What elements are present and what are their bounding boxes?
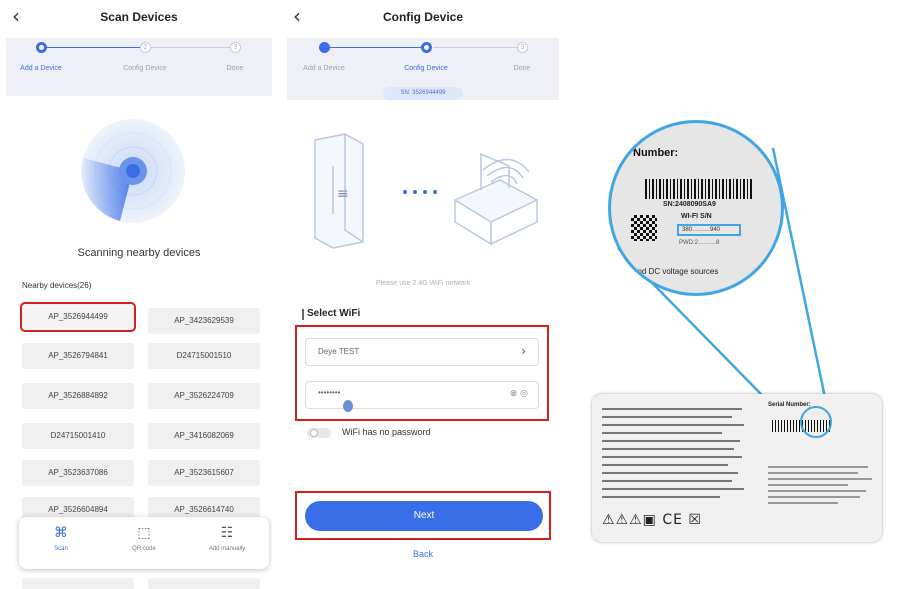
zoom-heading: Number: (633, 147, 679, 159)
wifi-name-value: Deye TEST (318, 347, 360, 356)
no-password-toggle[interactable] (307, 428, 331, 438)
wifi-name-field[interactable]: Deye TEST › (305, 338, 539, 366)
device-button[interactable]: AP_3523637086 (22, 460, 134, 486)
bottom-action-bar: ⌘ Scan ⬚ QR code ☷ Add manually (19, 517, 269, 569)
device-nameplate: Serial Number: ⚠⚠⚠▣ CE ☒ (592, 394, 882, 542)
step-3-dot: 3 (517, 42, 528, 53)
step-1-label: Add a Device (20, 65, 62, 72)
step-3-label: Done (513, 65, 531, 72)
wifi-password-field[interactable]: •••••••• ⊗ ◎ (305, 381, 539, 409)
scan-icon: ⌘ (54, 525, 68, 541)
device-button-partial[interactable] (22, 578, 134, 589)
step-connector (329, 47, 423, 48)
device-button[interactable]: AP_3526224709 (148, 383, 260, 409)
device-button[interactable]: D24715001410 (22, 423, 134, 449)
header: ‹ Scan Devices (6, 0, 272, 38)
section-marker (302, 309, 304, 320)
device-button[interactable]: AP_3523615607 (148, 460, 260, 486)
zoom-target-circle (800, 406, 832, 438)
scan-tab-label: Scan (54, 546, 68, 552)
device-label-zoom-panel: Serial Number: ⚠⚠⚠▣ CE ☒ Number: SN:2408… (588, 118, 886, 550)
qr-code-tab-label: QR code (132, 546, 156, 552)
config-device-screen: ‹ Config Device 3 Add a Device Config De… (287, 0, 559, 589)
stepper: 3 Add a Device Config Device Done SN: 35… (287, 38, 559, 100)
spec-table (602, 408, 752, 504)
serial-number-heading: Serial Number: (768, 402, 811, 408)
password-value: •••••••• (318, 388, 341, 397)
stepper: 2 3 Add a Device Config Device Done (6, 38, 272, 96)
device-button[interactable]: D24715001510 (148, 343, 260, 369)
step-2-label: Config Device (123, 65, 167, 72)
step-1-label: Add a Device (303, 65, 345, 72)
page-title: Config Device (382, 10, 463, 24)
no-password-label: WiFi has no password (342, 427, 431, 437)
svg-text:≡: ≡ (337, 186, 349, 202)
wifi-sn-heading: WI-FI S/N (681, 213, 712, 220)
device-button[interactable]: AP_3526794841 (22, 343, 134, 369)
scanning-status-text: Scanning nearby devices (77, 247, 201, 259)
step-connector (151, 47, 236, 48)
qr-code (631, 215, 657, 241)
zoom-pwd: PWD:2………8 (679, 240, 720, 246)
compliance-notes (768, 466, 872, 508)
step-3-label: Done (226, 65, 244, 72)
add-manually-tab[interactable]: ☷ Add manually (187, 525, 267, 552)
step-2-dot (421, 42, 432, 53)
device-button[interactable]: AP_3416082069 (148, 423, 260, 449)
device-button[interactable]: AP_3526884892 (22, 383, 134, 409)
step-1-dot (319, 42, 330, 53)
qr-code-icon: ⬚ (137, 525, 151, 541)
wifi-sn-highlight: 380………940 (677, 224, 741, 236)
page-title: Scan Devices (100, 10, 178, 24)
next-button[interactable]: Next (305, 501, 543, 531)
device-button[interactable]: AP_3526944499 (20, 302, 136, 332)
step-connector (46, 47, 141, 48)
wifi-hint-text: Please use 2.4G WiFi network (375, 280, 471, 287)
add-manually-tab-label: Add manually (208, 546, 246, 552)
radar-scan-icon (81, 119, 185, 223)
chevron-right-icon: › (521, 344, 526, 358)
grid-icon: ☷ (220, 525, 234, 541)
device-button-partial[interactable] (148, 578, 260, 589)
warning-symbols-icon: ⚠⚠⚠▣ CE ☒ (602, 512, 702, 528)
step-3-dot: 3 (230, 42, 241, 53)
barcode (645, 179, 753, 199)
clear-and-visibility-icons[interactable]: ⊗ ◎ (510, 389, 528, 399)
step-1-dot (36, 42, 47, 53)
qr-code-tab[interactable]: ⬚ QR code (104, 525, 184, 552)
step-2-dot: 2 (140, 42, 151, 53)
step-connector (433, 47, 519, 48)
scan-tab[interactable]: ⌘ Scan (21, 525, 101, 552)
header: ‹ Config Device (287, 0, 559, 38)
zoom-footer-text: C and DC voltage sources (625, 267, 719, 276)
toggle-knob (310, 429, 318, 437)
step-2-label: Config Device (404, 65, 448, 72)
select-wifi-heading: Select WiFi (307, 308, 361, 319)
phone-to-device-illustration: ≡ (314, 133, 539, 249)
device-button[interactable]: AP_3423629539 (148, 308, 260, 334)
zoom-sn: SN:2408090SA9 (663, 201, 716, 208)
serial-number-pill: SN: 3526944499 (383, 87, 463, 100)
zoomed-label-circle: Number: SN:2408090SA9 WI-FI S/N 380………94… (608, 120, 784, 296)
scan-devices-screen: ‹ Scan Devices 2 3 Add a Device Config D… (6, 0, 272, 589)
text-cursor-handle[interactable] (343, 400, 353, 412)
back-link[interactable]: Back (287, 549, 559, 559)
nearby-devices-label: Nearby devices(26) (22, 281, 92, 290)
